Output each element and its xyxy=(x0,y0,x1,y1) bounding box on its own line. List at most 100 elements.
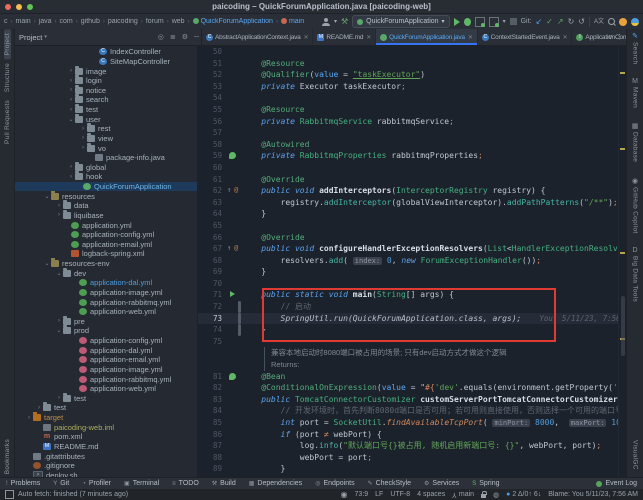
spring-bean-gutter-icon[interactable] xyxy=(229,152,236,160)
tree-item-pre[interactable]: › pre xyxy=(15,315,197,327)
breadcrumb-item-com[interactable]: com xyxy=(60,18,73,25)
line-number[interactable]: 72 xyxy=(198,301,226,313)
right-stripe-item-search[interactable]: ✎ Search xyxy=(632,32,639,64)
tool-window-button-checkstyle[interactable]: ✎ CheckStyle xyxy=(368,480,411,487)
code-line-54[interactable]: 54 xyxy=(198,92,626,104)
tool-window-button-profiler[interactable]: ◔ Profiler xyxy=(82,480,111,487)
line-number[interactable]: 85 xyxy=(198,417,226,429)
tool-window-button-problems[interactable]: ! Problems xyxy=(6,480,40,487)
collapse-all-icon[interactable]: ≣ xyxy=(168,33,178,41)
project-view-chevron-icon[interactable]: ▾ xyxy=(44,34,47,40)
code-text[interactable]: @Override xyxy=(242,232,626,244)
tree-chevron-icon[interactable]: › xyxy=(67,97,75,103)
breadcrumb-item-java[interactable]: java xyxy=(39,18,52,25)
code-text[interactable] xyxy=(242,127,626,139)
tree-item-application-image.yml[interactable]: application-image.yml xyxy=(15,365,197,375)
code-line-88[interactable]: 88 webPort = port; xyxy=(198,452,626,464)
status-item-4-spaces[interactable]: 4 spaces xyxy=(417,491,445,498)
tree-chevron-icon[interactable]: ⌄ xyxy=(55,270,63,277)
code-line-67[interactable]: 67 ↑ @ public void configureHandlerExcepti… xyxy=(198,243,626,255)
tree-item-application-web.yml[interactable]: application-web.yml xyxy=(15,384,197,394)
line-number[interactable]: 62 xyxy=(198,185,226,197)
profile-run-icon[interactable] xyxy=(488,16,499,27)
tree-item-application-config.yml[interactable]: application-config.yml xyxy=(15,230,197,240)
tree-chevron-icon[interactable]: › xyxy=(55,212,63,218)
breadcrumb-item-web[interactable]: web xyxy=(172,18,185,25)
line-number[interactable]: 64 xyxy=(198,208,226,220)
tree-chevron-icon[interactable]: ⌄ xyxy=(43,193,51,200)
sidebar-item-structure[interactable]: Structure xyxy=(4,59,11,96)
rollback-icon[interactable]: ↺ xyxy=(578,17,585,27)
tree-item-SiteMapController[interactable]: C SiteMapController xyxy=(15,57,197,67)
line-number[interactable]: 50 xyxy=(198,46,226,58)
code-line-51[interactable]: 51 @Resource xyxy=(198,58,626,70)
code-line-50[interactable]: 50 xyxy=(198,46,626,58)
tree-item-target[interactable]: › target xyxy=(15,412,197,423)
right-stripe-item-github-copilot[interactable]: ◉ GitHub Copilot xyxy=(632,177,639,233)
status-item-utf-8[interactable]: UTF-8 xyxy=(390,491,410,498)
event-log-button[interactable]: Event Log xyxy=(596,480,637,487)
code-text[interactable]: @Qualifier(value = "taskExecutor") xyxy=(242,69,626,81)
breadcrumb-item-main[interactable]: main xyxy=(280,18,304,25)
code-text[interactable]: private RabbitmqService rabbitmqService; xyxy=(242,116,626,128)
editor-scrollbar[interactable] xyxy=(618,46,626,478)
run-configuration-select[interactable]: QuickForumApplication ▾ xyxy=(352,15,450,28)
code-text[interactable]: // 开发环境时，首先判断8080d端口是否可用；若可用则直接使用，否则选择一个… xyxy=(242,405,626,417)
tree-item-application-email.yml[interactable]: application-email.yml xyxy=(15,355,197,365)
close-tab-icon[interactable]: ✕ xyxy=(468,34,473,41)
line-number[interactable]: 84 xyxy=(198,405,226,417)
close-tab-icon[interactable]: ✕ xyxy=(304,34,309,41)
tree-item-vo[interactable]: › vo xyxy=(15,142,197,153)
tree-item-application-image.yml[interactable]: application-image.yml xyxy=(15,288,197,298)
breadcrumb-item-github[interactable]: github xyxy=(81,18,100,25)
translate-icon[interactable]: A文 xyxy=(594,17,604,27)
tree-chevron-icon[interactable]: › xyxy=(79,126,87,132)
line-number[interactable]: 66 xyxy=(198,232,226,244)
code-text[interactable]: @Bean xyxy=(242,371,626,383)
line-number[interactable]: 55 xyxy=(198,104,226,116)
sidebar-item-pull-requests[interactable]: Pull Requests xyxy=(4,96,11,148)
line-number[interactable]: 52 xyxy=(198,69,226,81)
code-editor[interactable]: 50 51 @Resource 52 @Qualifier(value = "tas… xyxy=(198,46,626,478)
tree-item-test[interactable]: › test xyxy=(15,104,197,115)
code-text[interactable]: @Resource xyxy=(242,58,626,70)
code-line-64[interactable]: 64 } xyxy=(198,208,626,220)
tree-item-dev[interactable]: ⌄ dev xyxy=(15,267,197,278)
code-line-89[interactable]: 89 } xyxy=(198,463,626,475)
warning-stripe-mark[interactable] xyxy=(620,148,625,150)
code-text[interactable]: public void addInterceptors(InterceptorR… xyxy=(242,185,626,197)
tree-item-resources-env[interactable]: ⌄ resources-env xyxy=(15,258,197,269)
line-number[interactable]: 60 xyxy=(198,162,226,174)
tree-chevron-icon[interactable]: › xyxy=(67,174,75,180)
sidebar-item-bookmarks[interactable]: Bookmarks xyxy=(4,435,11,478)
tool-window-button-git[interactable]: Y Git xyxy=(53,480,69,487)
code-text[interactable]: int port = SocketUtil.findAvailableTcpPo… xyxy=(242,417,626,429)
code-line-81[interactable]: 81 @Bean xyxy=(198,371,626,383)
tree-item-hook[interactable]: › hook xyxy=(15,171,197,182)
tree-chevron-icon[interactable]: › xyxy=(67,164,75,170)
close-tab-icon[interactable]: ✕ xyxy=(563,34,568,41)
tree-item-view[interactable]: › view xyxy=(15,132,197,144)
right-stripe-item-big-data-tools[interactable]: D Big Data Tools xyxy=(632,247,639,302)
right-stripe-item-database[interactable]: ▦ Database xyxy=(632,122,639,162)
line-number[interactable]: 74 xyxy=(198,324,226,336)
code-text[interactable]: @Override xyxy=(242,174,626,186)
breadcrumb-item-QuickForumApplication[interactable]: QuickForumApplication xyxy=(192,18,273,25)
line-number[interactable]: 61 xyxy=(198,174,226,186)
tree-chevron-icon[interactable]: › xyxy=(25,415,33,421)
line-number[interactable]: 88 xyxy=(198,452,226,464)
run-with-coverage-icon[interactable] xyxy=(474,16,485,27)
plugin-blue-icon[interactable] xyxy=(631,17,639,26)
status-item-main[interactable]: Ymain xyxy=(452,491,474,498)
code-text[interactable]: @Resource xyxy=(242,104,626,116)
tab-README.md[interactable]: M README.md ✕ xyxy=(313,29,377,45)
tree-item-application-dal.yml[interactable]: application-dal.yml xyxy=(15,278,197,288)
sidebar-item-project[interactable]: Project xyxy=(3,29,11,60)
code-text[interactable]: } xyxy=(242,463,626,475)
override-gutter-icon[interactable]: ↑ xyxy=(227,185,231,197)
tree-item-package-info.java[interactable]: package-info.java xyxy=(15,153,197,163)
debug-button[interactable] xyxy=(463,17,471,26)
code-text[interactable]: } xyxy=(242,208,626,220)
tool-window-toggle-icon[interactable] xyxy=(5,490,14,499)
tool-window-button-endpoints[interactable]: ◎ Endpoints xyxy=(315,480,354,487)
